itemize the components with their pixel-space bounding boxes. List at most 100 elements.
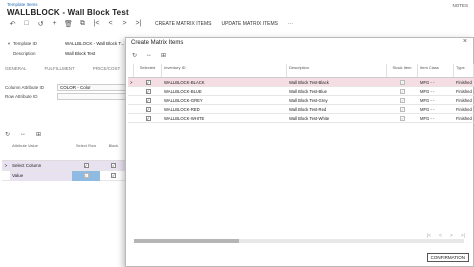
black-checkbox[interactable]: ✓ [111,173,116,178]
undo-icon[interactable]: ↶ [7,18,18,29]
col-description[interactable]: Description [287,64,387,77]
horizontal-scrollbar[interactable] [134,239,464,243]
fit-columns-icon[interactable]: ↔ [146,52,152,59]
template-id-field[interactable]: WALLBLOCK - Wall Block T... [65,41,124,46]
inventory-id-cell[interactable]: WALLBLOCK-GREY [162,98,287,103]
type-cell[interactable]: Finished [454,116,474,121]
item-class-cell[interactable]: MFG - - [418,98,454,103]
stock-item-checkbox[interactable]: ✓ [400,88,405,94]
prev-page-icon[interactable]: < [439,233,442,239]
tab-general[interactable]: GENERAL [5,66,27,71]
description-cell[interactable]: Wall Block Test-Red [287,107,387,112]
col-selected[interactable]: Selected [134,64,162,77]
select-row-checkbox[interactable]: ✓ [83,163,89,168]
item-class-cell[interactable]: MFG - - [418,80,454,85]
tab-fulfillment[interactable]: FULFILLMENT [45,66,75,71]
next-page-icon[interactable]: > [450,233,453,239]
last-record-icon[interactable]: >| [133,18,144,29]
first-record-icon[interactable]: |< [91,18,102,29]
selected-checkbox[interactable]: ✓ [145,115,151,121]
stock-item-checkbox[interactable]: ✓ [400,106,405,112]
row-attribute-label: Row Attribute ID [5,93,38,99]
selected-checkbox[interactable]: ✓ [145,79,151,85]
refresh-icon[interactable]: ↻ [5,131,10,138]
dialog-toolbar: ↻ ↔ ⊞ [132,52,166,59]
select-row-checkbox[interactable]: ○ [83,173,89,178]
description-cell[interactable]: Wall Block Test-White [287,116,387,121]
update-matrix-items-button[interactable]: UPDATE MATRIX ITEMS [221,21,277,27]
table-row[interactable]: > Select Column ✓ ✓ [2,161,127,171]
col-black[interactable]: Black [100,143,127,160]
collapse-caret-icon[interactable]: ▼ [7,41,11,46]
selected-checkbox[interactable]: ✓ [145,88,151,94]
inventory-id-cell[interactable]: WALLBLOCK-WHITE [162,116,287,121]
col-item-class[interactable]: Item Class [418,64,454,77]
selected-checkbox[interactable]: ✓ [145,106,151,112]
inventory-id-cell[interactable]: WALLBLOCK-BLUE [162,89,287,94]
item-class-cell[interactable]: MFG - - [418,116,454,121]
row-attribute-field[interactable] [57,92,127,100]
save-icon[interactable]: □ [21,18,32,29]
prev-record-icon[interactable]: < [105,18,116,29]
breadcrumb[interactable]: Template Items [7,2,38,7]
type-cell[interactable]: Finished [454,80,474,85]
confirmation-button[interactable]: CONFIRMATION [426,253,469,262]
stock-item-checkbox[interactable]: ✓ [400,79,405,85]
table-row[interactable]: ✓ WALLBLOCK-WHITE Wall Block Test-White … [128,114,474,123]
attribute-grid: Attribute Value Select Row Black > Selec… [2,143,127,181]
description-cell[interactable]: Wall Block Test-Blue [287,89,387,94]
close-icon[interactable]: × [463,38,467,45]
export-icon[interactable]: ⊞ [36,131,41,138]
template-id-label: Template ID [13,40,38,46]
inventory-id-cell[interactable]: WALLBLOCK-BLACK [162,80,287,85]
main-toolbar: ↶ □ ↺ + 🗑 ⧉ |< < > >| CREATE MATRIX ITEM… [0,17,474,30]
fit-columns-icon[interactable]: ↔ [20,131,26,138]
dialog-title: Create Matrix Items [131,40,184,46]
cancel-icon[interactable]: ↺ [35,18,46,29]
inventory-id-cell[interactable]: WALLBLOCK-RED [162,107,287,112]
table-row[interactable]: ✓ WALLBLOCK-BLUE Wall Block Test-Blue ✓ … [128,87,474,96]
matrix-items-grid: Selected Inventory ID Description Stock … [128,64,474,252]
scrollbar-thumb[interactable] [134,239,239,243]
template-form: ▼ Template ID WALLBLOCK - Wall Block T..… [0,33,128,267]
description-label: Description [13,50,36,56]
table-row[interactable]: Value ○ ✓ [2,170,127,181]
black-checkbox[interactable]: ✓ [111,163,116,168]
last-page-icon[interactable]: >| [461,233,465,239]
export-icon[interactable]: ⊞ [161,52,166,59]
item-class-cell[interactable]: MFG - - [418,107,454,112]
type-cell[interactable]: Finished [454,89,474,94]
create-matrix-items-button[interactable]: CREATE MATRIX ITEMS [155,21,211,27]
tab-price-cost[interactable]: PRICE/COST [93,66,121,71]
description-field[interactable]: Wall Block Test [65,51,95,56]
notes-link[interactable]: NOTES [452,3,468,8]
column-attribute-field[interactable]: COLOR - Color [57,83,127,91]
stock-item-checkbox[interactable]: ✓ [400,115,405,121]
type-cell[interactable]: Finished [454,107,474,112]
template-id-row: ▼ Template ID WALLBLOCK - Wall Block T..… [5,39,124,47]
stock-item-checkbox[interactable]: ✓ [400,97,405,103]
copy-icon[interactable]: ⧉ [77,18,88,29]
item-class-cell[interactable]: MFG - - [418,89,454,94]
col-select-row[interactable]: Select Row [72,143,100,160]
col-type[interactable]: Type [454,64,474,77]
grid-pager: |< < > >| [427,233,465,239]
next-record-icon[interactable]: > [119,18,130,29]
col-stock-item[interactable]: Stock Item [387,64,418,77]
description-cell[interactable]: Wall Block Test-Black [287,80,387,85]
table-row[interactable]: ✓ WALLBLOCK-RED Wall Block Test-Red ✓ MF… [128,105,474,114]
more-menu-button[interactable]: ··· [288,21,293,27]
selected-checkbox[interactable]: ✓ [145,97,151,103]
col-inventory-id[interactable]: Inventory ID [162,64,287,77]
table-row[interactable]: ✓ WALLBLOCK-GREY Wall Block Test-Grey ✓ … [128,96,474,105]
type-cell[interactable]: Finished [454,98,474,103]
attribute-grid-toolbar: ↻ ↔ ⊞ [5,131,41,138]
add-icon[interactable]: + [49,18,60,29]
create-matrix-items-dialog: Create Matrix Items × ↻ ↔ ⊞ Selected Inv… [125,37,474,267]
col-attribute-value[interactable]: Attribute Value [10,143,72,160]
table-row[interactable]: > ✓ WALLBLOCK-BLACK Wall Block Test-Blac… [128,78,474,87]
refresh-icon[interactable]: ↻ [132,52,137,59]
delete-icon[interactable]: 🗑 [63,18,74,29]
first-page-icon[interactable]: |< [427,233,431,239]
description-cell[interactable]: Wall Block Test-Grey [287,98,387,103]
